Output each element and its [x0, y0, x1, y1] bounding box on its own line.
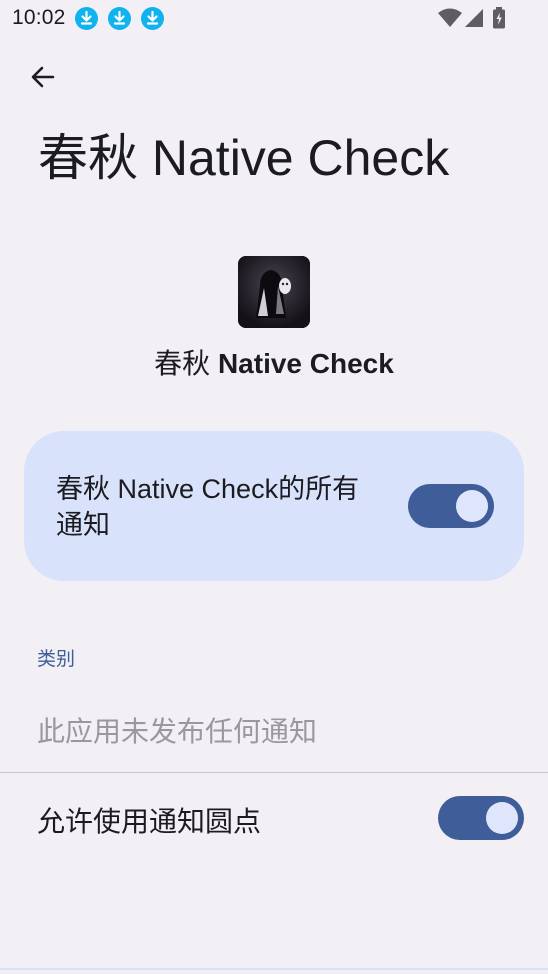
all-notifications-label: 春秋 Native Check的所有通知 [56, 474, 360, 540]
toggle-knob [456, 490, 488, 522]
back-button[interactable] [22, 58, 64, 100]
app-name-bold: Native Check [217, 348, 394, 379]
notification-dots-toggle[interactable] [438, 796, 524, 840]
toggle-knob [486, 802, 518, 834]
app-name-prefix: 春秋 [154, 348, 218, 379]
wifi-icon [437, 7, 463, 33]
all-notifications-toggle[interactable] [408, 484, 494, 528]
categories-header: 类别 [37, 649, 76, 670]
page-title: 春秋 Native Check [38, 130, 450, 186]
status-bar: 10:02 [0, 0, 548, 38]
divider [0, 772, 548, 773]
arrow-back-icon [29, 63, 57, 95]
no-notifications-text: 此应用未发布任何通知 [37, 716, 318, 747]
status-time: 10:02 [12, 6, 66, 29]
app-notification-settings-screen: 10:02 春秋 Native Check 春秋 Native Check 春秋… [0, 0, 548, 974]
bottom-edge [0, 968, 548, 970]
notification-dots-label: 允许使用通知圆点 [37, 806, 262, 837]
signal-icon [464, 7, 484, 33]
all-notifications-card[interactable]: 春秋 Native Check的所有通知 [24, 431, 524, 581]
app-name: 春秋 Native Check [0, 342, 548, 382]
download-icon [141, 7, 164, 30]
app-icon [238, 256, 310, 328]
download-icon [75, 7, 98, 30]
download-icon [108, 7, 131, 30]
battery-charging-icon [492, 7, 506, 33]
